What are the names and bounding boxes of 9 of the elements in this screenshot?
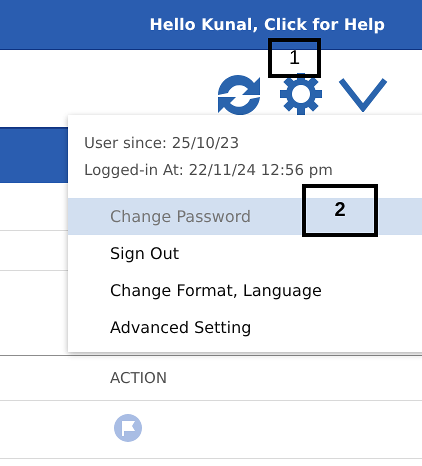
callout-number: 1: [268, 38, 321, 78]
account-info-text: Logged-in At: 22/11/24 12:56 pm: [83, 160, 334, 181]
menu-item[interactable]: Advanced Setting: [68, 309, 422, 346]
column-header: ACTION: [110, 369, 168, 387]
menu-item[interactable]: Change Format, Language: [68, 272, 422, 309]
chevron-down-icon: [338, 76, 388, 112]
callout-number: 2: [302, 184, 378, 237]
account-info-text: User since: 25/10/23: [83, 133, 240, 154]
menu-item[interactable]: Sign Out: [68, 235, 422, 272]
